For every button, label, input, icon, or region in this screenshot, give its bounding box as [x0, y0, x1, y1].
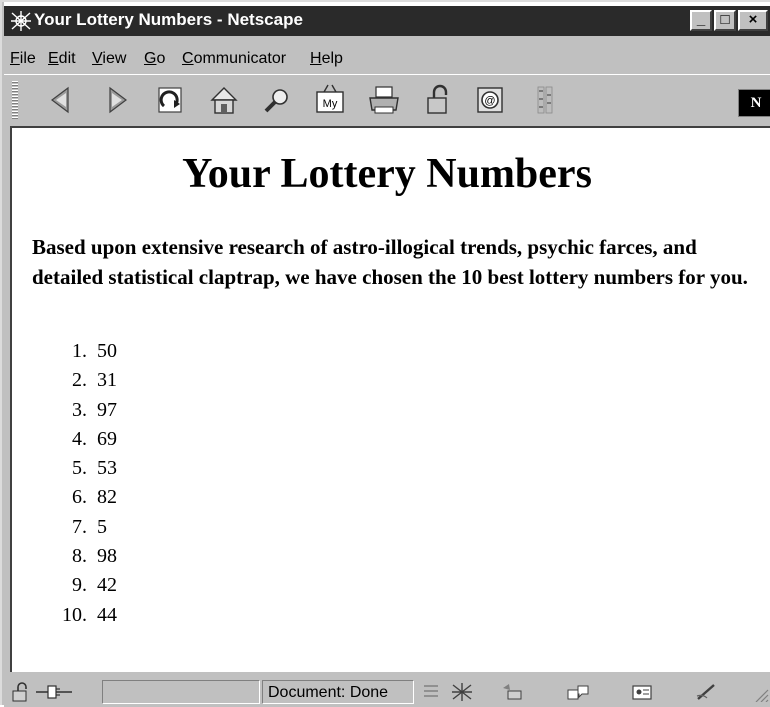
back-icon[interactable] — [44, 82, 80, 118]
window-title: Your Lottery Numbers - Netscape — [34, 10, 303, 29]
my-netscape-icon[interactable]: My — [312, 82, 348, 118]
component-bar-grip-icon[interactable] — [420, 682, 442, 702]
list-index: 7. — [72, 515, 87, 538]
composer-icon[interactable] — [694, 682, 718, 702]
list-index: 10. — [62, 603, 87, 626]
menu-edit[interactable]: Edit — [48, 50, 76, 68]
title-bar[interactable]: Your Lottery Numbers - Netscape _ □ × — [4, 2, 770, 36]
menu-communicator-rest: ommunicator — [193, 50, 287, 67]
connection-status-icon[interactable] — [34, 682, 74, 702]
title-bar-inner[interactable]: Your Lottery Numbers - Netscape _ □ × — [4, 6, 770, 36]
forward-icon[interactable] — [98, 82, 134, 118]
lottery-number: 5 — [97, 515, 107, 538]
page-title: Your Lottery Numbers — [182, 151, 592, 197]
menu-edit-accel: E — [48, 50, 59, 67]
menu-file-rest: ile — [19, 50, 36, 67]
close-button[interactable]: × — [738, 10, 768, 31]
progress-bar — [102, 680, 260, 704]
lottery-number: 42 — [97, 574, 117, 597]
lottery-number: 98 — [97, 545, 117, 568]
svg-text:@: @ — [484, 95, 495, 107]
list-index: 8. — [72, 545, 87, 568]
lottery-number: 44 — [97, 603, 117, 626]
menu-go-accel: G — [144, 50, 157, 67]
menu-file[interactable]: File — [10, 50, 36, 68]
menu-edit-rest: dit — [58, 50, 76, 67]
list-index: 1. — [72, 340, 87, 362]
mail-icon[interactable] — [500, 682, 524, 702]
shop-icon[interactable]: @ — [472, 82, 508, 118]
lottery-number: 69 — [97, 427, 117, 450]
navigator-icon[interactable] — [450, 682, 474, 702]
menu-communicator-accel: C — [182, 50, 194, 67]
list-index: 4. — [72, 427, 87, 450]
menu-view-accel: V — [92, 50, 103, 67]
svg-text:My: My — [323, 98, 338, 110]
navigation-toolbar: My @ N — [4, 74, 770, 125]
menu-view-rest: iew — [102, 50, 127, 67]
browser-window: Your Lottery Numbers - Netscape _ □ × Fi… — [0, 0, 770, 707]
list-index: 9. — [72, 574, 87, 597]
list-index: 3. — [72, 398, 87, 421]
security-lock-icon[interactable] — [10, 682, 34, 702]
menu-bar: File Edit View Go Communicator Help — [4, 42, 770, 72]
menu-help[interactable]: Help — [310, 50, 343, 68]
page-content: Your Lottery Numbers Based upon extensiv… — [10, 126, 770, 672]
menu-go[interactable]: Go — [144, 50, 165, 68]
search-icon[interactable] — [260, 82, 296, 118]
status-bar: Document: Done — [4, 678, 770, 707]
menu-file-accel: F — [10, 50, 20, 67]
menu-help-accel: H — [310, 50, 322, 67]
newsgroups-icon[interactable] — [566, 682, 590, 702]
lottery-number: 97 — [97, 398, 117, 421]
list-index: 2. — [72, 369, 87, 392]
netscape-logo[interactable]: N — [738, 89, 770, 117]
lottery-number: 50 — [97, 340, 117, 362]
menu-view[interactable]: View — [92, 50, 126, 68]
list-index: 5. — [72, 457, 87, 480]
security-icon[interactable] — [420, 82, 456, 118]
intro-paragraph: Based upon extensive research of astro-i… — [32, 235, 748, 289]
minimize-button[interactable]: _ — [690, 10, 712, 31]
menu-go-rest: o — [156, 50, 166, 67]
home-icon[interactable] — [206, 82, 242, 118]
address-book-icon[interactable] — [630, 682, 654, 702]
lottery-number: 53 — [97, 457, 117, 480]
stop-icon[interactable] — [528, 82, 564, 118]
toolbar-grip[interactable] — [12, 81, 18, 119]
resize-grip-icon[interactable] — [746, 682, 770, 702]
print-icon[interactable] — [366, 82, 402, 118]
status-text: Document: Done — [268, 684, 389, 701]
reload-icon[interactable] — [152, 82, 188, 118]
menu-help-rest: elp — [321, 50, 343, 67]
lottery-number: 82 — [97, 486, 117, 509]
menu-communicator[interactable]: Communicator — [182, 50, 286, 68]
maximize-button[interactable]: □ — [714, 10, 736, 31]
netscape-window-icon[interactable] — [10, 10, 32, 32]
list-index: 6. — [72, 486, 87, 509]
lottery-number: 31 — [97, 369, 117, 392]
